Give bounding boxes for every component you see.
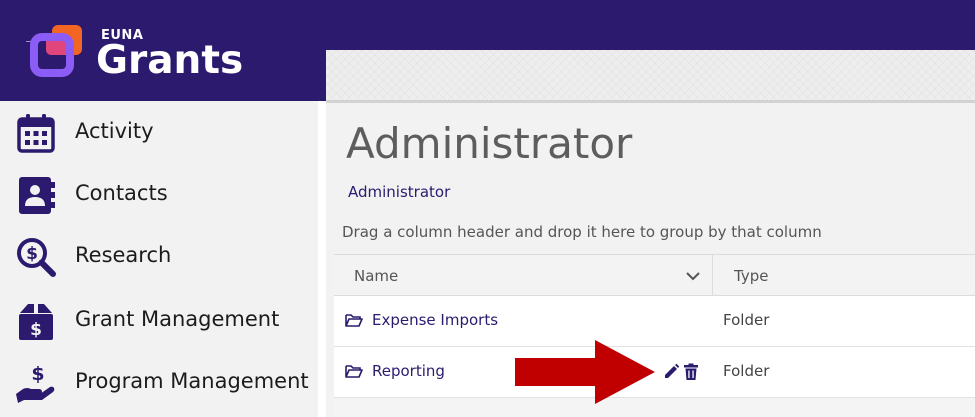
sidebar-item-program-management[interactable]: $ Program Management bbox=[0, 351, 318, 413]
brand-product: Grants bbox=[96, 38, 244, 83]
row-type: Folder bbox=[723, 311, 770, 329]
svg-text:$: $ bbox=[31, 363, 44, 385]
pencil-icon[interactable] bbox=[662, 363, 680, 381]
column-header-type[interactable]: Type bbox=[734, 267, 768, 285]
sidebar-item-label: Program Management bbox=[75, 369, 309, 393]
sidebar-item-label: Activity bbox=[75, 119, 154, 143]
row-type: Folder bbox=[723, 362, 770, 380]
sidebar-item-research[interactable]: $ Research bbox=[0, 225, 318, 287]
contact-book-icon bbox=[19, 177, 55, 214]
calendar-icon bbox=[17, 114, 55, 153]
euna-logo-icon bbox=[30, 25, 82, 77]
box-dollar-icon: $ bbox=[19, 304, 53, 340]
header-banner bbox=[326, 50, 975, 103]
page-title: Administrator bbox=[346, 119, 633, 168]
chevron-down-icon[interactable] bbox=[685, 269, 701, 283]
svg-text:$: $ bbox=[30, 320, 42, 340]
grid-header: Name Type bbox=[334, 254, 975, 296]
hand-dollar-icon: $ bbox=[16, 363, 55, 403]
folder-open-icon bbox=[345, 314, 363, 327]
breadcrumb[interactable]: Administrator bbox=[348, 183, 450, 201]
sidebar: Activity Contacts $ Research $ Grant Man… bbox=[0, 101, 326, 417]
sidebar-item-label: Contacts bbox=[75, 181, 168, 205]
svg-text:$: $ bbox=[26, 244, 38, 264]
folder-open-icon bbox=[345, 365, 363, 378]
search-dollar-icon: $ bbox=[17, 238, 56, 277]
sidebar-item-label: Research bbox=[75, 243, 172, 267]
logo-area[interactable]: EUNA Grants bbox=[0, 0, 326, 101]
trash-icon[interactable] bbox=[683, 363, 699, 381]
row-name-link[interactable]: Reporting bbox=[372, 362, 445, 380]
group-by-drop-zone[interactable]: Drag a column header and drop it here to… bbox=[342, 223, 822, 241]
sidebar-item-activity[interactable]: Activity bbox=[0, 101, 318, 163]
row-name-link[interactable]: Expense Imports bbox=[372, 311, 498, 329]
sidebar-item-contacts[interactable]: Contacts bbox=[0, 163, 318, 225]
column-header-name[interactable]: Name bbox=[334, 255, 713, 296]
annotation-arrow-icon bbox=[515, 340, 655, 404]
column-label: Name bbox=[354, 267, 399, 285]
sidebar-item-label: Grant Management bbox=[75, 307, 280, 331]
sidebar-item-grant-management[interactable]: $ Grant Management bbox=[0, 289, 318, 351]
